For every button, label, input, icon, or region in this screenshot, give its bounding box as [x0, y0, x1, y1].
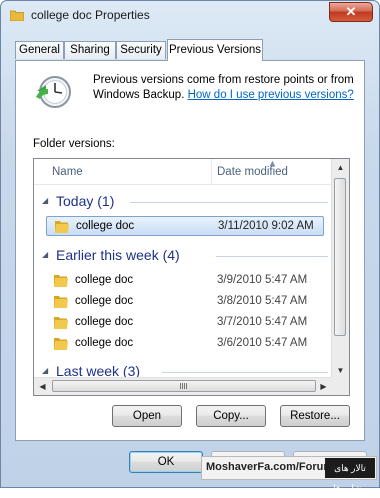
scrollbar-corner — [332, 378, 349, 395]
row-name: college doc — [76, 220, 135, 232]
ok-button[interactable]: OK — [129, 451, 203, 473]
row-date: 3/8/2010 5:47 AM — [217, 295, 308, 307]
collapse-arrow-icon[interactable]: ◢ — [42, 250, 48, 259]
title-bar[interactable]: college doc Properties ✕ — [1, 1, 379, 31]
copy-button[interactable]: Copy... — [196, 405, 266, 427]
row-date: 3/11/2010 9:02 AM — [218, 220, 314, 232]
watermark-logo: تالار های مشاور فا — [325, 458, 375, 493]
group-divider — [216, 256, 328, 257]
restore-button[interactable]: Restore... — [280, 405, 350, 427]
list-item[interactable]: college doc 3/9/2010 5:47 AM — [46, 271, 324, 291]
versions-list[interactable]: Name ▲ Date modified ◢ Today (1) college… — [33, 158, 350, 396]
previous-versions-help-link[interactable]: How do I use previous versions? — [188, 89, 354, 101]
folder-icon — [55, 221, 69, 233]
folder-icon — [54, 317, 68, 329]
vertical-scroll-thumb[interactable] — [334, 178, 346, 336]
tab-sharing[interactable]: Sharing — [64, 41, 116, 59]
watermark-text: MoshaverFa.com/Forum — [206, 461, 334, 473]
horizontal-scrollbar[interactable]: ◀ ▶ — [34, 377, 332, 395]
group-label: Today (1) — [56, 193, 115, 209]
row-name: college doc — [75, 295, 134, 307]
group-label: Earlier this week (4) — [56, 247, 180, 263]
row-date: 3/9/2010 5:47 AM — [217, 274, 308, 286]
column-date-modified[interactable]: Date modified — [217, 166, 288, 178]
close-button[interactable]: ✕ — [329, 2, 373, 22]
list-item[interactable]: college doc 3/11/2010 9:02 AM — [46, 216, 324, 236]
collapse-arrow-icon[interactable]: ◢ — [42, 366, 48, 375]
scroll-left-icon[interactable]: ◀ — [34, 378, 51, 395]
column-divider[interactable] — [211, 159, 212, 184]
row-date: 3/6/2010 5:47 AM — [217, 337, 308, 349]
grip-icon — [180, 383, 188, 389]
list-item[interactable]: college doc 3/6/2010 5:47 AM — [46, 334, 324, 354]
row-name: college doc — [75, 337, 134, 349]
tab-security[interactable]: Security — [116, 41, 166, 59]
properties-window: college doc Properties ✕ General Sharing… — [0, 0, 380, 493]
vertical-scrollbar[interactable]: ▲ ▼ — [331, 159, 349, 379]
group-divider — [130, 202, 328, 203]
scroll-up-icon[interactable]: ▲ — [332, 159, 349, 176]
folder-icon — [54, 275, 68, 287]
group-divider — [162, 372, 328, 373]
watermark-banner: MoshaverFa.com/Forum تالار های مشاور فا — [201, 456, 377, 493]
list-item[interactable]: college doc 3/8/2010 5:47 AM — [46, 292, 324, 312]
row-name: college doc — [75, 274, 134, 286]
list-column-header: Name ▲ Date modified — [34, 159, 331, 185]
open-button[interactable]: Open — [112, 405, 182, 427]
collapse-arrow-icon[interactable]: ◢ — [42, 196, 48, 205]
info-text: Previous versions come from restore poin… — [93, 73, 355, 103]
scroll-right-icon[interactable]: ▶ — [315, 378, 332, 395]
tab-previous-versions[interactable]: Previous Versions — [167, 39, 263, 61]
folder-icon — [10, 10, 24, 21]
folder-versions-label: Folder versions: — [33, 138, 115, 150]
tab-general[interactable]: General — [15, 41, 64, 59]
row-date: 3/7/2010 5:47 AM — [217, 316, 308, 328]
scroll-down-icon[interactable]: ▼ — [332, 362, 349, 379]
row-name: college doc — [75, 316, 134, 328]
list-item[interactable]: college doc 3/7/2010 5:47 AM — [46, 313, 324, 333]
window-title: college doc Properties — [31, 8, 150, 22]
group-header-earlier-this-week[interactable]: ◢ Earlier this week (4) — [40, 247, 332, 265]
previous-versions-panel: Previous versions come from restore poin… — [15, 60, 365, 441]
horizontal-scroll-thumb[interactable] — [52, 380, 316, 392]
group-header-today[interactable]: ◢ Today (1) — [40, 193, 332, 211]
folder-icon — [54, 338, 68, 350]
clock-restore-icon — [36, 76, 71, 108]
folder-icon — [54, 296, 68, 308]
column-name[interactable]: Name — [52, 166, 83, 178]
